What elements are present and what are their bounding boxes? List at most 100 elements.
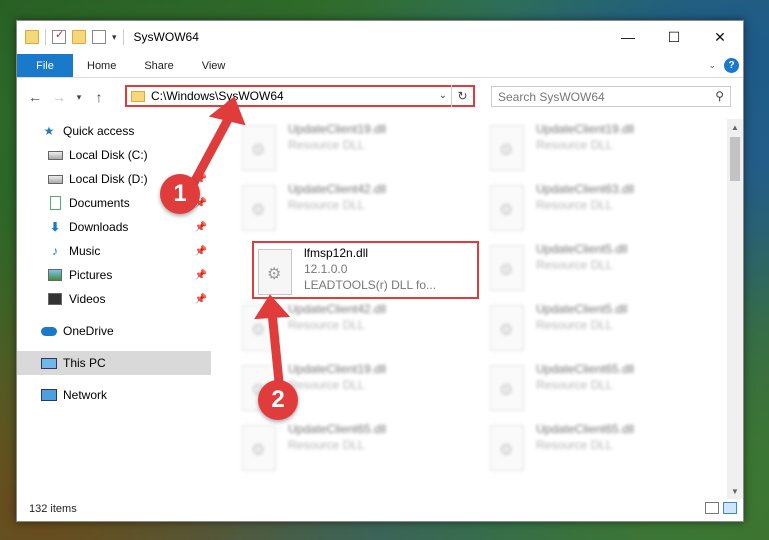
pin-icon[interactable]: 📌 (195, 222, 207, 233)
scroll-thumb[interactable] (730, 137, 740, 181)
tab-view[interactable]: View (188, 54, 240, 77)
file-type: Resource DLL (536, 198, 613, 212)
ribbon-right: ⌄ ? (708, 58, 739, 73)
close-button[interactable]: ✕ (697, 21, 743, 53)
recent-locations-icon[interactable]: ▾ (71, 92, 87, 103)
window-controls: — ☐ ✕ (605, 21, 743, 53)
sidebar-item-network[interactable]: Network (17, 383, 211, 407)
file-item[interactable]: UpdateClient19.dll Resource DLL (242, 121, 472, 181)
ribbon: File Home Share View ⌄ ? (17, 54, 743, 78)
file-type: Resource DLL (536, 378, 613, 392)
file-type: Resource DLL (536, 138, 613, 152)
sidebar-item-label: This PC (63, 356, 106, 370)
expand-ribbon-icon[interactable]: ⌄ (708, 60, 716, 71)
file-name: UpdateClient63.dll (536, 182, 635, 196)
file-name: UpdateClient5.dll (536, 302, 628, 316)
file-item[interactable]: UpdateClient65.dll Resource DLL (490, 421, 720, 481)
chevron-down-icon[interactable]: ⌄ (439, 90, 447, 101)
file-name: UpdateClient42.dll (288, 302, 387, 316)
title-bar: ▾ SysWOW64 — ☐ ✕ (17, 21, 743, 53)
vertical-scrollbar[interactable]: ▲ ▼ (727, 119, 743, 499)
sidebar-item-this-pc[interactable]: This PC (17, 351, 211, 375)
refresh-icon[interactable]: ↻ (451, 85, 473, 107)
tab-file[interactable]: File (17, 54, 73, 77)
sidebar-item-label: Videos (69, 292, 106, 306)
address-bar[interactable]: C:\Windows\SysWOW64 ⌄ ↻ (125, 85, 475, 107)
sidebar-item-downloads[interactable]: ⬇ Downloads 📌 (17, 215, 211, 239)
back-arrow-icon[interactable]: ← (23, 89, 47, 105)
file-item[interactable]: UpdateClient5.dll Resource DLL (490, 241, 720, 301)
file-item[interactable]: UpdateClient65.dll Resource DLL (490, 361, 720, 421)
search-placeholder: Search SysWOW64 (498, 89, 605, 104)
file-name: UpdateClient65.dll (536, 422, 635, 436)
sidebar-item-label: OneDrive (63, 324, 114, 338)
chevron-down-icon[interactable]: ▾ (112, 32, 117, 43)
details-view-icon[interactable] (705, 502, 719, 514)
file-description: LEADTOOLS(r) DLL fo... (304, 278, 437, 292)
tiles-view-icon[interactable] (723, 502, 737, 514)
file-type: Resource DLL (536, 318, 613, 332)
file-item[interactable]: UpdateClient42.dll Resource DLL (242, 181, 472, 241)
pin-icon[interactable]: 📌 (195, 246, 207, 257)
file-name: UpdateClient19.dll (536, 122, 635, 136)
minimize-button[interactable]: — (605, 21, 651, 53)
dll-file-icon (242, 125, 276, 171)
file-name: UpdateClient5.dll (536, 242, 628, 256)
file-item-highlighted[interactable]: lfmsp12n.dll 12.1.0.0 LEADTOOLS(r) DLL f… (252, 241, 479, 299)
pin-icon[interactable]: 📌 (195, 294, 207, 305)
address-path[interactable]: C:\Windows\SysWOW64 (151, 89, 284, 103)
drive-icon (47, 174, 63, 184)
sidebar-item-label: Network (63, 388, 108, 402)
search-icon[interactable]: ⚲ (715, 89, 724, 103)
forward-arrow-icon[interactable]: → (47, 89, 71, 105)
file-type: Resource DLL (288, 438, 365, 452)
tab-home[interactable]: Home (73, 54, 130, 77)
file-type: Resource DLL (288, 198, 365, 212)
sidebar-item-music[interactable]: ♪ Music 📌 (17, 239, 211, 263)
sidebar-item-label: Local Disk (D:) (69, 172, 148, 186)
scroll-up-icon[interactable]: ▲ (727, 119, 743, 135)
step-1-badge: 1 (160, 174, 200, 214)
toolbar-separator (45, 29, 46, 45)
sidebar-item-label: Music (69, 244, 101, 258)
tab-share[interactable]: Share (130, 54, 187, 77)
sidebar-item-quick-access[interactable]: ★ Quick access (17, 119, 211, 143)
up-arrow-icon[interactable]: ↑ (87, 89, 111, 105)
toolbar-separator (122, 29, 124, 45)
dll-file-icon (242, 425, 276, 471)
drive-icon (47, 150, 63, 160)
customize-icon[interactable] (92, 30, 106, 44)
maximize-button[interactable]: ☐ (651, 21, 697, 53)
file-type: Resource DLL (288, 378, 365, 392)
dll-file-icon (490, 185, 524, 231)
file-item[interactable]: UpdateClient5.dll Resource DLL (490, 301, 720, 361)
file-version: 12.1.0.0 (304, 262, 348, 276)
dll-file-icon (258, 249, 292, 295)
file-type: Resource DLL (288, 318, 365, 332)
dll-file-icon (490, 245, 524, 291)
file-type: Resource DLL (536, 258, 613, 272)
pin-icon[interactable]: 📌 (195, 270, 207, 281)
search-input[interactable]: Search SysWOW64 ⚲ (491, 86, 731, 107)
file-item[interactable]: UpdateClient19.dll Resource DLL (490, 121, 720, 181)
file-type: Resource DLL (536, 438, 613, 452)
view-buttons (705, 502, 737, 514)
file-name: UpdateClient65.dll (288, 422, 387, 436)
properties-icon[interactable] (52, 28, 66, 44)
file-item[interactable]: UpdateClient63.dll Resource DLL (490, 181, 720, 241)
new-folder-icon[interactable] (72, 30, 86, 44)
dll-file-icon (242, 305, 276, 351)
sidebar-item-pictures[interactable]: Pictures 📌 (17, 263, 211, 287)
help-icon[interactable]: ? (724, 58, 739, 73)
music-icon: ♪ (52, 244, 58, 258)
sidebar-item-label: Local Disk (C:) (69, 148, 148, 162)
sidebar-item-videos[interactable]: Videos 📌 (17, 287, 211, 311)
step-2-badge: 2 (258, 380, 298, 420)
file-item[interactable]: UpdateClient65.dll Resource DLL (242, 421, 472, 481)
computer-icon (41, 357, 57, 369)
sidebar-item-onedrive[interactable]: OneDrive (17, 319, 211, 343)
navigation-bar: ← → ▾ ↑ C:\Windows\SysWOW64 ⌄ ↻ Search S… (17, 83, 743, 111)
window-title: SysWOW64 (133, 30, 199, 44)
sidebar-item-local-disk-c[interactable]: Local Disk (C:) (17, 143, 211, 167)
file-item[interactable]: UpdateClient42.dll Resource DLL (242, 301, 472, 361)
